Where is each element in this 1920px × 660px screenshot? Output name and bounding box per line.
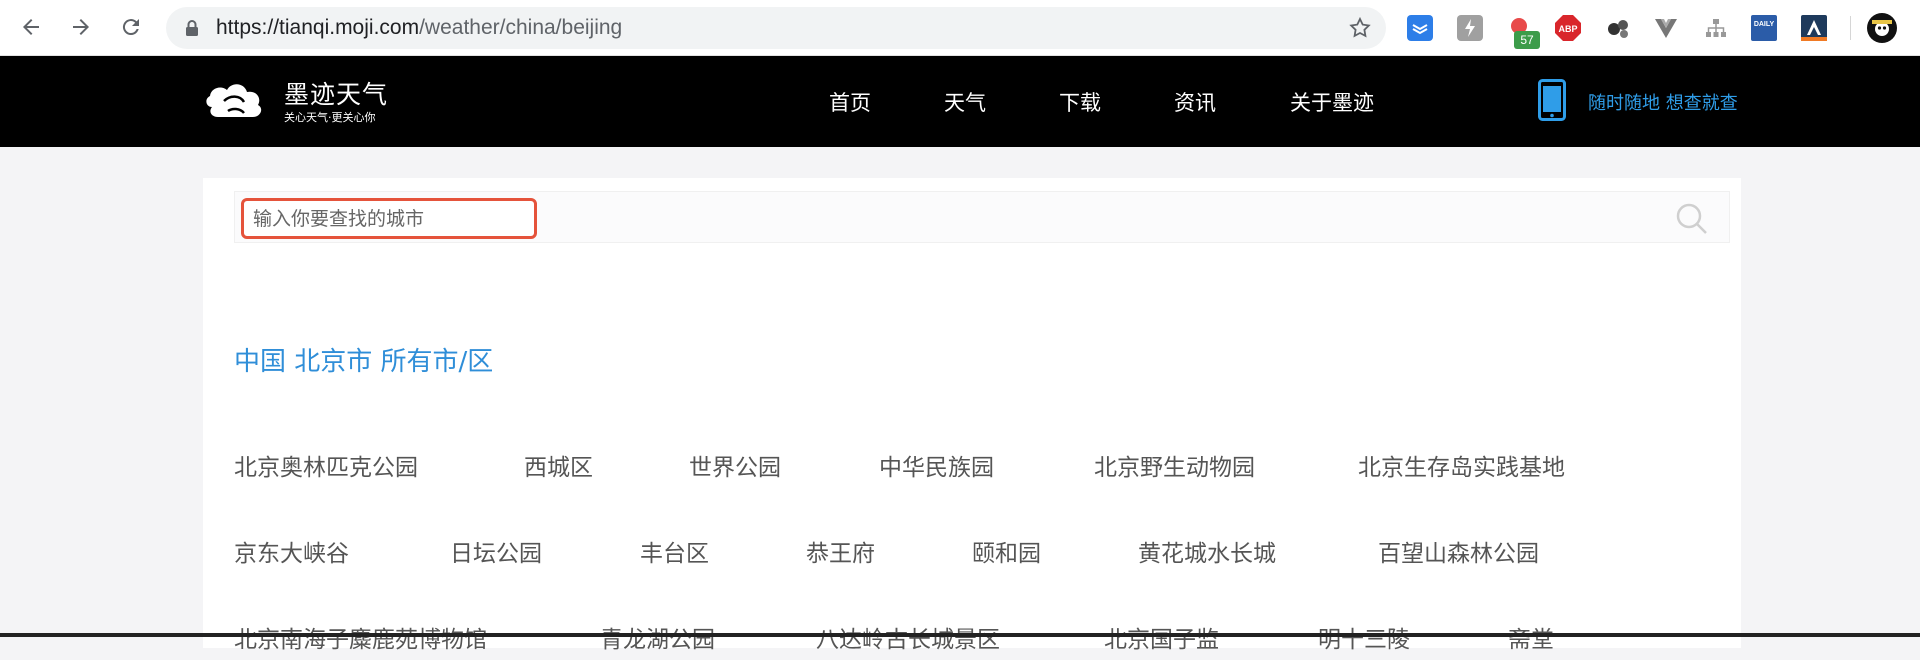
- window-bottom-edge: [0, 633, 1920, 637]
- sitemap-icon[interactable]: [1702, 14, 1730, 42]
- moji-logo[interactable]: 墨迹天气 关心天气·更关心你: [202, 73, 392, 129]
- daily-dev-icon[interactable]: DAILY: [1750, 14, 1778, 42]
- city-link[interactable]: 北京南海子麋鹿苑博物馆: [234, 620, 487, 654]
- nav-about[interactable]: 关于墨迹: [1290, 87, 1374, 117]
- adblock-plus-icon[interactable]: ABP: [1554, 14, 1582, 42]
- city-link[interactable]: 青龙湖公园: [600, 620, 715, 654]
- browser-toolbar: https://tianqi.moji.com/weather/china/be…: [0, 0, 1920, 56]
- search-icon[interactable]: [1675, 202, 1709, 236]
- todoist-icon[interactable]: [1406, 14, 1434, 42]
- toolbar-divider: [1850, 16, 1851, 40]
- city-search-bar: [234, 191, 1730, 243]
- vue-devtools-icon[interactable]: [1652, 14, 1680, 42]
- city-link[interactable]: 斋堂: [1508, 620, 1554, 654]
- url-host: https://tianqi.moji.com: [216, 16, 420, 39]
- url-text[interactable]: https://tianqi.moji.com/weather/china/be…: [216, 17, 622, 39]
- city-link[interactable]: 黄花城水长城: [1138, 534, 1276, 568]
- city-link[interactable]: 世界公园: [689, 448, 781, 482]
- city-link[interactable]: 日坛公园: [450, 534, 542, 568]
- address-bar[interactable]: https://tianqi.moji.com/weather/china/be…: [166, 7, 1386, 49]
- molecule-icon[interactable]: [1604, 14, 1632, 42]
- city-link[interactable]: 八达岭古长城景区: [816, 620, 1000, 654]
- content-card: 中国 北京市 所有市/区 北京奥林匹克公园 西城区 世界公园 中华民族园 北京野…: [203, 178, 1741, 653]
- forward-button[interactable]: [66, 12, 96, 42]
- city-link[interactable]: 百望山森林公园: [1378, 534, 1539, 568]
- cloud-logo-icon: [206, 84, 262, 117]
- extension-badge: 57: [1514, 31, 1540, 49]
- mobile-phone-icon: [1538, 79, 1566, 121]
- region-breadcrumb-title: 中国 北京市 所有市/区: [234, 347, 494, 377]
- city-search-input[interactable]: [241, 198, 537, 239]
- arrow-right-icon: [73, 19, 89, 35]
- app-promo-text: 随时随地 想查就查: [1588, 93, 1738, 114]
- city-link[interactable]: 京东大峡谷: [234, 534, 349, 568]
- bookmark-star-icon[interactable]: [1348, 16, 1372, 40]
- logo-title: 墨迹天气: [284, 80, 389, 109]
- logo-slogan: 关心天气·更关心你: [284, 111, 376, 124]
- daily-label: DAILY: [1754, 21, 1775, 28]
- shortcut-icon[interactable]: [1456, 14, 1484, 42]
- city-link[interactable]: 北京野生动物园: [1094, 448, 1255, 482]
- pirate-avatar-icon[interactable]: [1866, 12, 1898, 44]
- city-link[interactable]: 丰台区: [640, 534, 709, 568]
- nav-download[interactable]: 下载: [1059, 87, 1101, 117]
- back-button[interactable]: [16, 12, 46, 42]
- city-link[interactable]: 颐和园: [972, 534, 1041, 568]
- reload-button[interactable]: [116, 12, 146, 42]
- city-link[interactable]: 中华民族园: [879, 448, 994, 482]
- city-link[interactable]: 明十三陵: [1318, 620, 1410, 654]
- profile-icon[interactable]: [1800, 14, 1828, 42]
- city-link[interactable]: 西城区: [524, 448, 593, 482]
- city-link[interactable]: 北京国子监: [1104, 620, 1219, 654]
- city-link[interactable]: 北京生存岛实践基地: [1358, 448, 1565, 482]
- city-link[interactable]: 北京奥林匹克公园: [234, 448, 418, 482]
- nav-weather[interactable]: 天气: [944, 87, 986, 117]
- city-link[interactable]: 恭王府: [806, 534, 875, 568]
- adblock-label: ABP: [1558, 24, 1577, 34]
- nav-home[interactable]: 首页: [829, 87, 871, 117]
- lock-icon: [186, 20, 198, 36]
- reload-icon: [122, 19, 139, 36]
- nav-news[interactable]: 资讯: [1174, 87, 1216, 117]
- site-header: 墨迹天气 关心天气·更关心你 首页 天气 下载 资讯 关于墨迹 随时随地 想查就…: [0, 56, 1920, 147]
- url-path: /weather/china/beijing: [419, 16, 623, 39]
- arrow-left-icon: [23, 19, 39, 35]
